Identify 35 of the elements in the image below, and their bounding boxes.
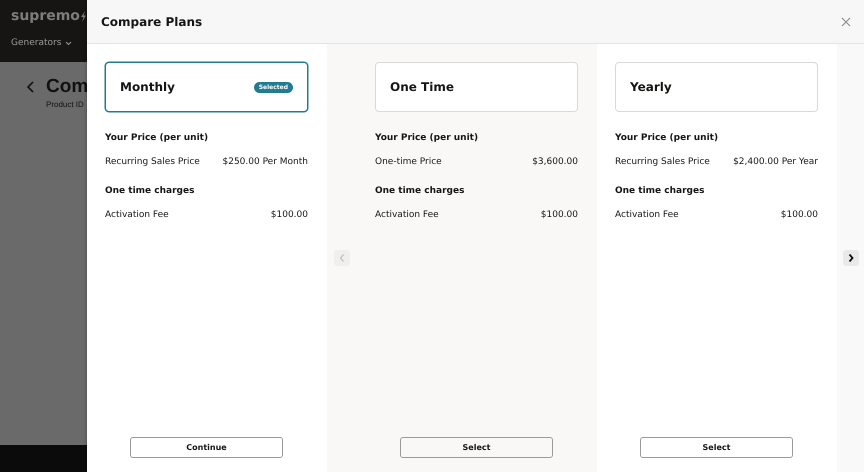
price-label: Recurring Sales Price [105,157,200,167]
nav-item[interactable]: Generators [11,38,62,48]
price-label: Recurring Sales Price [615,157,710,167]
section-heading: One time charges [615,186,706,196]
price-label: One-time Price [375,157,442,167]
price-value: $3,600.00 [532,157,578,167]
fee-value: $100.00 [780,210,818,220]
plan-button[interactable]: Continue [130,437,283,458]
next-button[interactable] [842,250,858,266]
plan-card[interactable]: Yearly [615,62,818,112]
back-icon[interactable] [26,81,36,93]
section-heading: Your Price (per unit) [615,133,720,143]
section-heading: One time charges [105,186,196,196]
section-heading: Your Price (per unit) [375,133,480,143]
logo-text: supremo [11,8,80,24]
fee-value: $100.00 [540,210,578,220]
plan-name: Monthly [120,80,175,94]
fee-label: Activation Fee [615,210,679,220]
plan-button[interactable]: Select [640,437,793,458]
page-title: Com [46,76,88,98]
plan-name: One Time [390,80,454,94]
dialog-title: Compare Plans [101,14,202,28]
section-heading: One time charges [375,186,466,196]
fee-label: Activation Fee [375,210,439,220]
price-value: $250.00 Per Month [222,157,308,167]
plan-button[interactable]: Select [400,437,553,458]
product-id-label: Product ID [45,100,85,109]
close-icon[interactable] [840,16,852,28]
price-value: $2,400.00 Per Year [733,157,818,167]
fee-label: Activation Fee [105,210,169,220]
fee-value: $100.00 [270,210,308,220]
plan-name: Yearly [630,80,672,94]
section-heading: Your Price (per unit) [105,133,210,143]
plan-card[interactable]: One Time [375,62,578,112]
chevron-down-icon [65,40,72,46]
